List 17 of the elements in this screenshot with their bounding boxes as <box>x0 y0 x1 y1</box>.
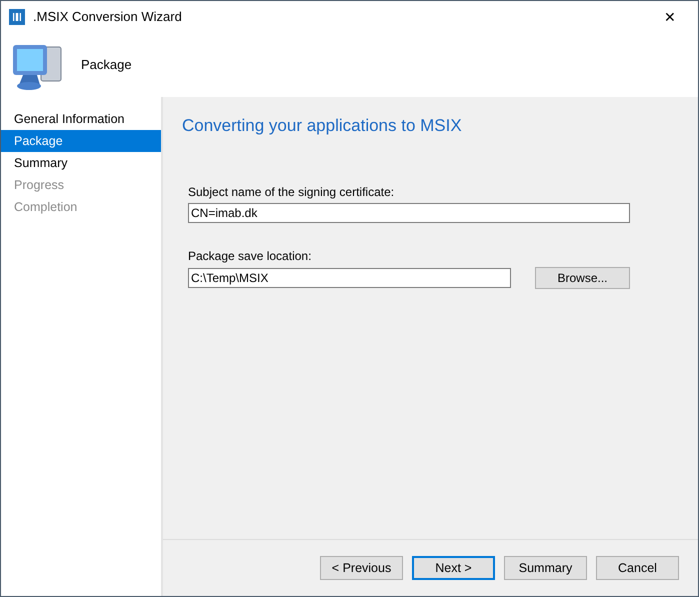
page-heading: Converting your applications to MSIX <box>182 115 463 137</box>
browse-button[interactable]: Browse... <box>535 266 630 288</box>
window-title: .MSIX Conversion Wizard <box>33 8 182 26</box>
wizard-button[interactable]: Summary <box>504 556 587 580</box>
text-field[interactable]: CN=imab.dk <box>188 202 630 222</box>
sidebar-item[interactable]: Package <box>1 130 161 152</box>
wizard-button[interactable]: Cancel <box>596 556 679 580</box>
wizard-button[interactable]: Next > <box>412 556 495 580</box>
sidebar-item[interactable]: Summary <box>1 152 161 174</box>
text-field[interactable]: C:\Temp\MSIX <box>188 268 511 288</box>
app-icon <box>9 9 25 25</box>
field-label: Package save location: <box>188 248 312 264</box>
page-header-title: Package <box>81 56 132 74</box>
close-button[interactable]: ✕ <box>650 3 690 31</box>
field-label: Subject name of the signing certificate: <box>188 184 396 200</box>
sidebar-item[interactable]: General Information <box>1 108 161 130</box>
wizard-button[interactable]: < Previous <box>320 556 403 580</box>
